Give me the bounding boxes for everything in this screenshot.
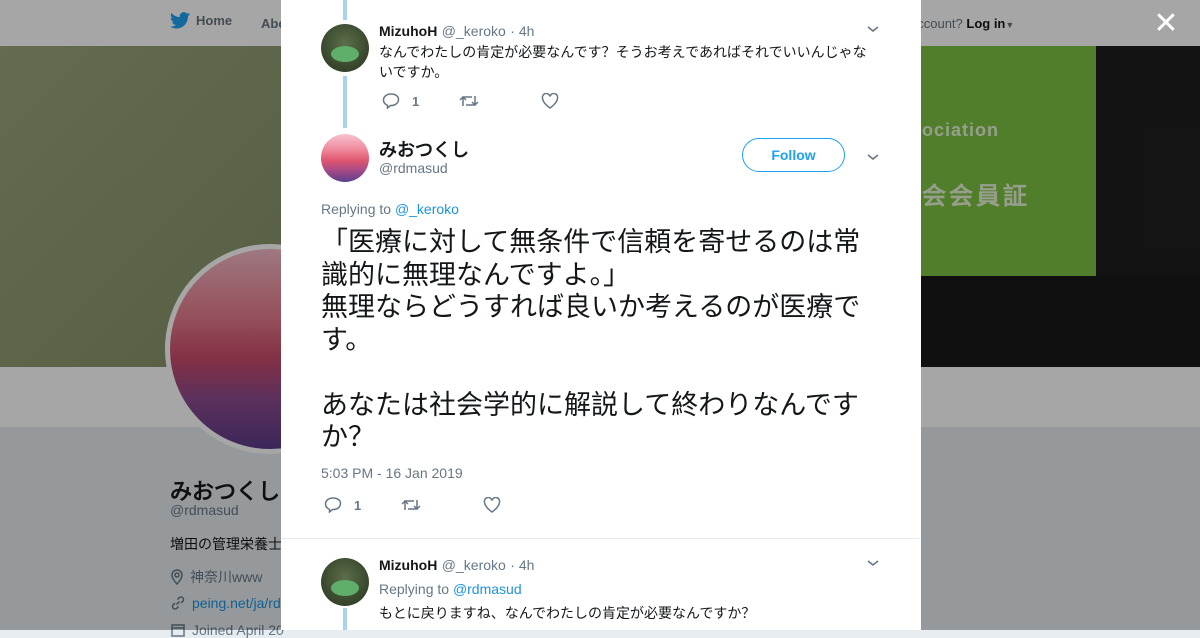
retweet-button[interactable]: [459, 93, 479, 109]
tweet-actions: 1: [324, 497, 501, 513]
tweet-text: もとに戻りますね、なんでわたしの肯定が必要なんですか？: [379, 605, 756, 621]
divider: [281, 538, 921, 539]
tweet-text: なんでわたしの肯定が必要なんです？そうお考えであればそれでいいんじゃないですか。: [379, 44, 867, 80]
tweet-author-handle[interactable]: @_keroko: [442, 23, 506, 39]
thread-connector-bottom: [343, 608, 347, 630]
heart-icon: [541, 93, 559, 109]
replying-to-prefix: Replying to: [379, 581, 450, 597]
like-button[interactable]: [541, 93, 559, 109]
retweet-icon: [459, 95, 479, 107]
tweet-modal: MizuhoH @_keroko · 4h なんでわたしの肯定が必要なんです？そ…: [281, 0, 921, 630]
tweet-time[interactable]: · 4h: [510, 23, 534, 39]
avatar[interactable]: [321, 134, 369, 182]
tweet-time[interactable]: · 4h: [510, 557, 534, 573]
reply-icon: [382, 93, 400, 109]
replying-to: Replying to @rdmasud: [379, 581, 522, 597]
chevron-down-icon[interactable]: [866, 150, 880, 167]
close-icon[interactable]: ✕: [1152, 9, 1180, 39]
reply-button[interactable]: 1: [324, 497, 361, 513]
replying-to-link[interactable]: @rdmasud: [453, 581, 522, 597]
replying-to-link[interactable]: @_keroko: [395, 201, 459, 217]
reply-button[interactable]: 1: [382, 93, 419, 109]
tweet-actions: 1: [382, 93, 559, 109]
reply-count: 1: [354, 497, 362, 513]
tweet-text: 「医療に対して無条件で信頼を寄せるのは常識的に無理なんですよ。」 無理ならどうす…: [321, 227, 861, 452]
thread-connector-middle: [343, 76, 347, 128]
tweet-author-handle[interactable]: @_keroko: [442, 557, 506, 573]
avatar[interactable]: [321, 24, 369, 72]
replying-to: Replying to @_keroko: [321, 201, 459, 217]
tweet-timestamp[interactable]: 5:03 PM - 16 Jan 2019: [321, 465, 463, 481]
reply-icon: [324, 497, 342, 513]
replying-to-prefix: Replying to: [321, 201, 392, 217]
tweet-author-name[interactable]: MizuhoH: [379, 557, 437, 573]
like-button[interactable]: [483, 497, 501, 513]
avatar[interactable]: [321, 558, 369, 606]
chevron-down-icon[interactable]: [866, 556, 880, 573]
tweet-header: MizuhoH @_keroko · 4h: [379, 557, 534, 575]
heart-icon: [483, 497, 501, 513]
thread-connector-top: [343, 0, 347, 20]
chevron-down-icon[interactable]: [866, 22, 880, 39]
tweet-header: MizuhoH @_keroko · 4h: [379, 23, 534, 41]
reply-count: 1: [412, 93, 420, 109]
retweet-icon: [401, 499, 421, 511]
follow-button[interactable]: Follow: [742, 138, 845, 172]
retweet-button[interactable]: [401, 497, 421, 513]
tweet-author-name[interactable]: みおつくし: [379, 136, 469, 162]
tweet-author-name[interactable]: MizuhoH: [379, 23, 437, 39]
tweet-author-handle[interactable]: @rdmasud: [379, 160, 448, 176]
